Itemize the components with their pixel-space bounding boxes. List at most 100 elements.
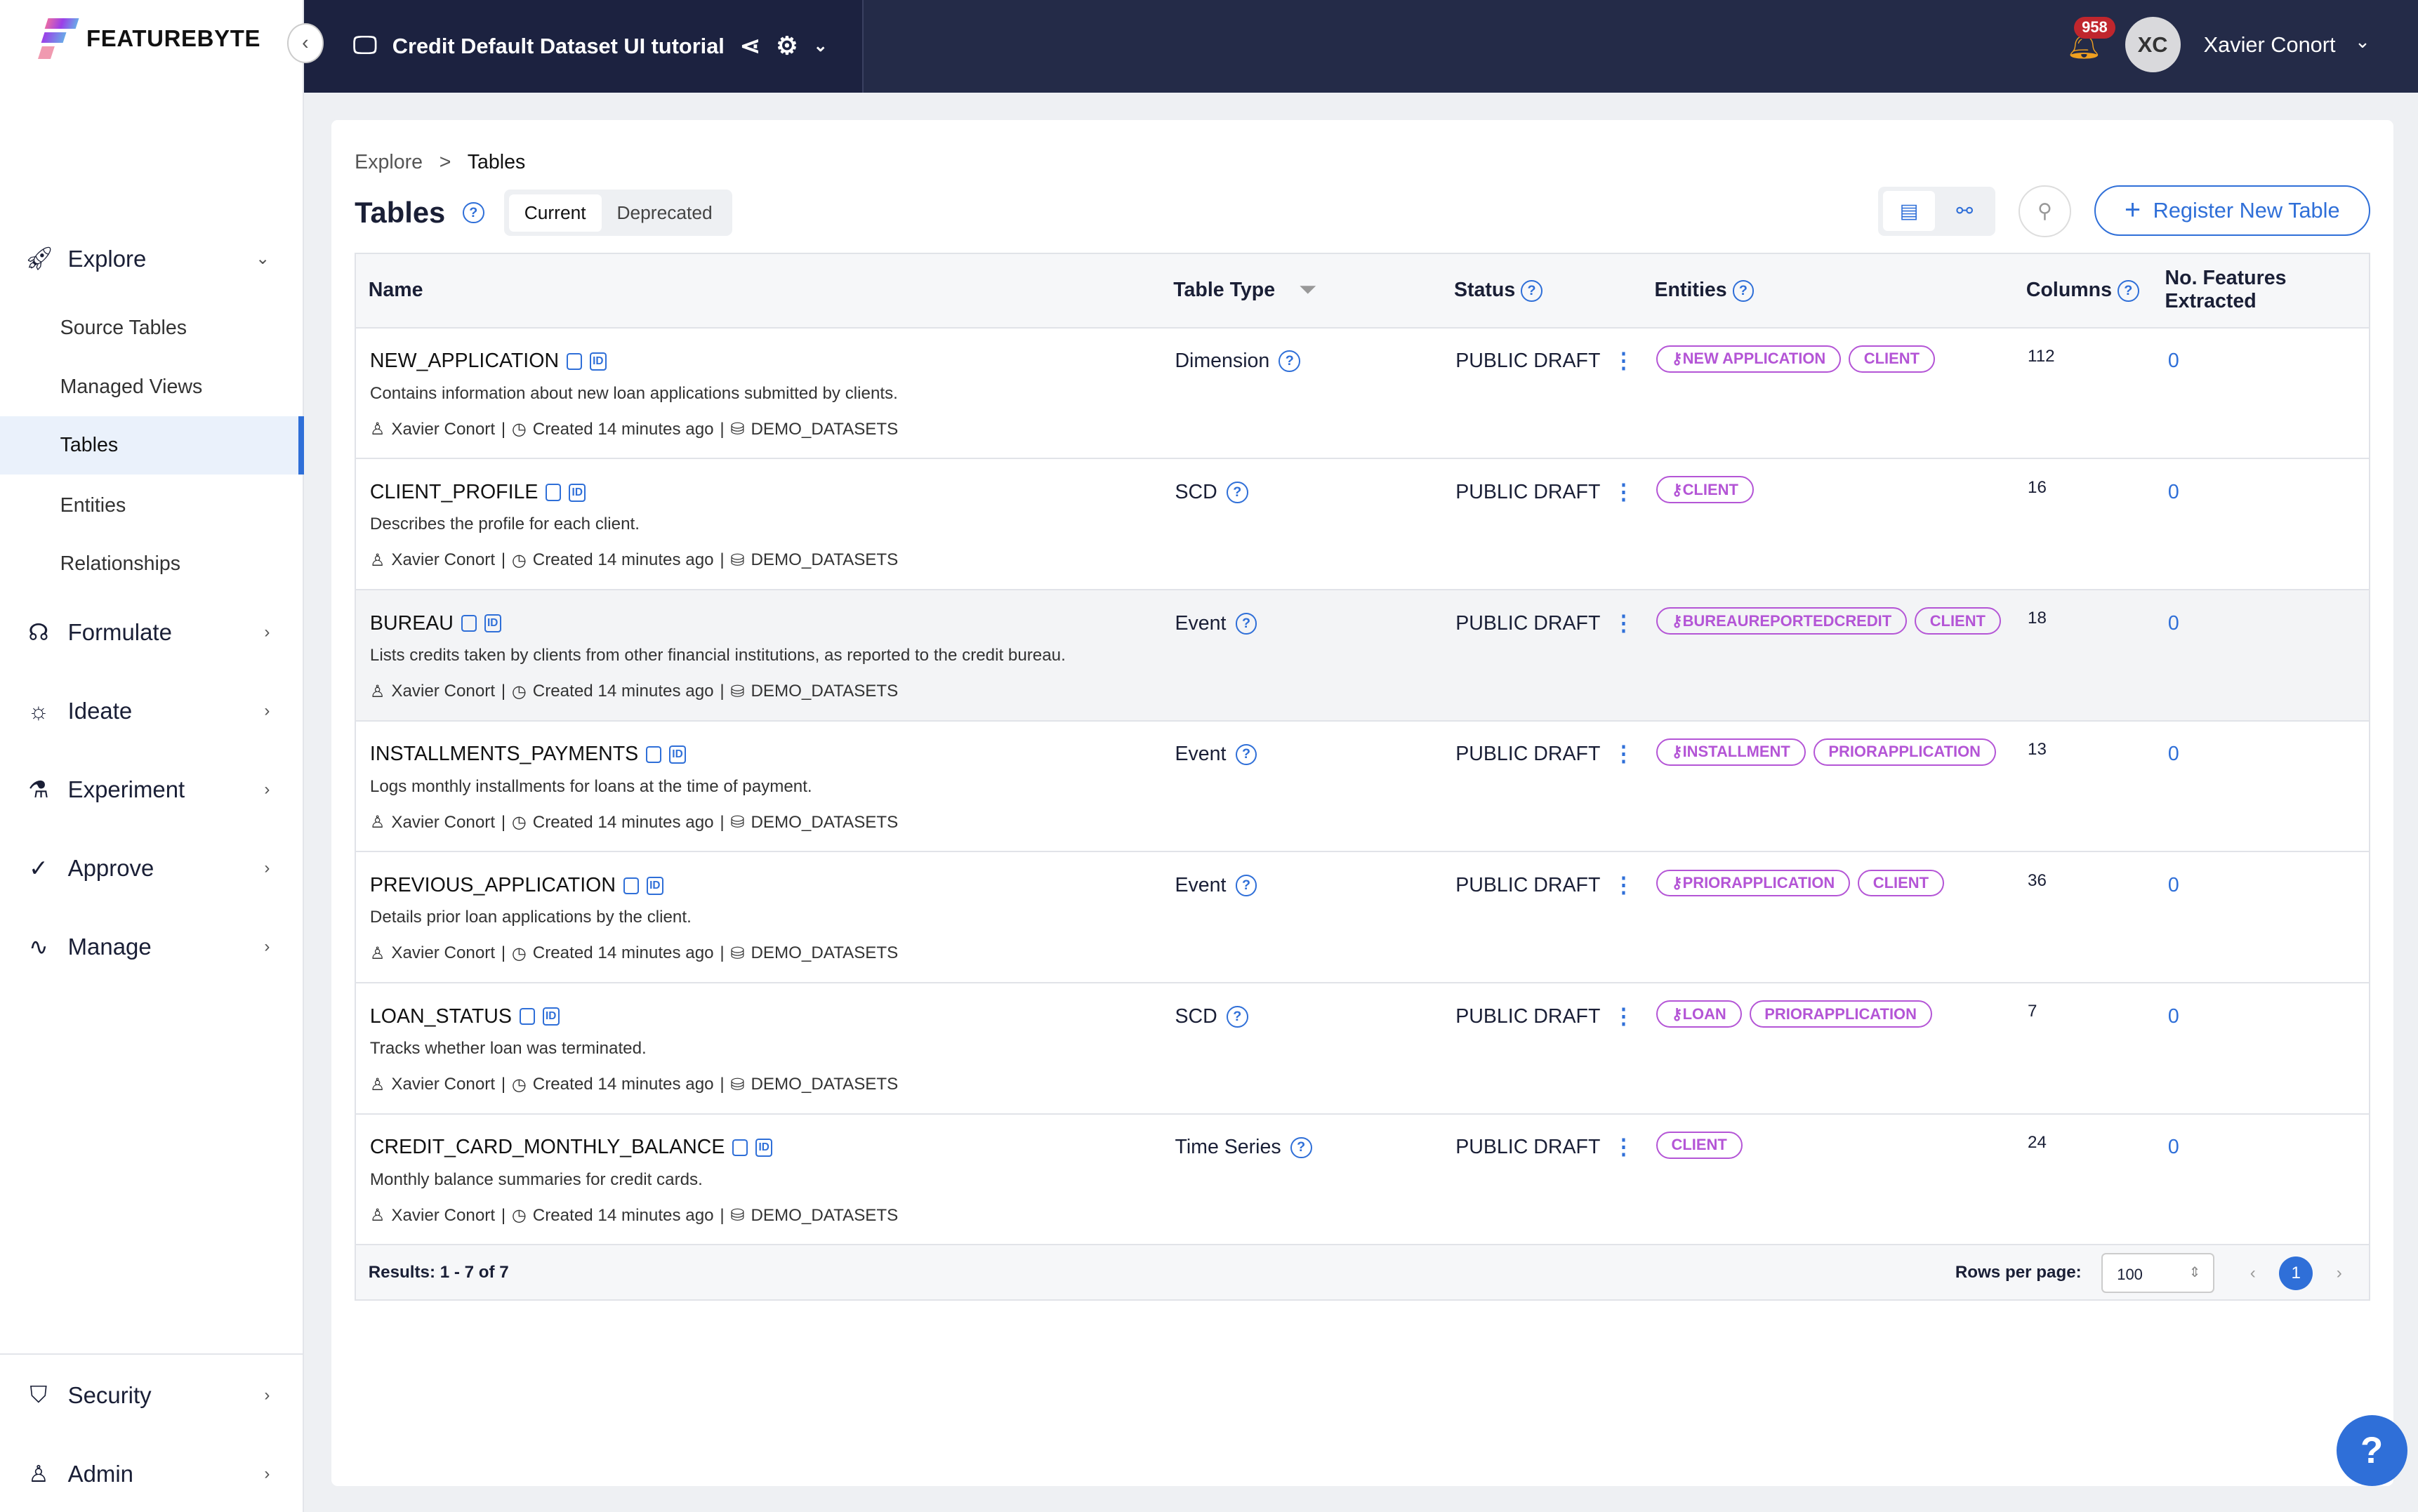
entity-pill[interactable]: ⚷LOAN [1656,1000,1742,1028]
entity-pill[interactable]: ⚷CLIENT [1656,476,1754,504]
help-icon[interactable]: ? [1521,280,1542,303]
chevron-down-icon[interactable]: ⌄ [2355,31,2370,53]
features-count[interactable]: 0 [2168,612,2179,635]
help-button[interactable]: ? [2336,1415,2407,1487]
project-selector[interactable]: 🖵 Credit Default Dataset UI tutorial ⋖ ⚙… [303,0,864,93]
table-name[interactable]: BUREAU [370,612,454,635]
table-row[interactable]: NEW_APPLICATION ID Contains information ab… [356,328,2369,460]
user-name[interactable]: Xavier Conort [2204,32,2336,58]
id-icon[interactable]: ID [669,745,686,764]
id-icon[interactable]: ID [755,1138,773,1157]
table-name[interactable]: INSTALLMENTS_PAYMENTS [370,743,638,766]
search-button[interactable]: ⚲ [2019,185,2071,238]
status-menu-icon[interactable]: ⋮ [1613,611,1634,636]
help-icon[interactable]: ? [1235,743,1257,766]
status-menu-icon[interactable]: ⋮ [1613,1134,1634,1160]
sidebar-item-manage[interactable]: ∿ Manage › [0,919,304,974]
entity-pill[interactable]: CLIENT [1914,607,2001,635]
sidebar-item-approve[interactable]: ✓ Approve › [0,840,304,896]
prev-page-button[interactable]: ‹ [2236,1256,2270,1290]
features-count[interactable]: 0 [2168,350,2179,373]
tab-current[interactable]: Current [508,194,602,232]
help-icon[interactable]: ? [1279,350,1301,373]
table-row[interactable]: LOAN_STATUS ID Tracks whether loan was ter… [356,983,2369,1115]
entity-pill[interactable]: PRIORAPPLICATION [1813,738,1996,766]
help-icon[interactable]: ? [1226,482,1248,503]
table-row[interactable]: CLIENT_PROFILE ID Describes the profile fo… [356,459,2369,590]
help-icon[interactable]: ? [2117,280,2139,303]
sidebar-item-source-tables[interactable]: Source Tables [0,299,304,357]
sidebar-item-formulate[interactable]: ☊ Formulate › [0,604,304,660]
filter-icon[interactable]: ⏷ [1300,279,1316,301]
page-1-button[interactable]: 1 [2279,1256,2313,1291]
table-name[interactable]: CLIENT_PROFILE [370,481,539,504]
table-name[interactable]: CREDIT_CARD_MONTHLY_BALANCE [370,1136,725,1159]
copy-icon[interactable] [546,484,562,501]
diagram-view-icon[interactable]: ⚯ [1938,191,1991,231]
copy-icon[interactable] [567,352,582,370]
tab-deprecated[interactable]: Deprecated [602,194,728,232]
entity-pill[interactable]: CLIENT [1858,869,1944,897]
copy-icon[interactable] [519,1008,535,1026]
entity-pill[interactable]: CLIENT [1656,1131,1743,1159]
table-name[interactable]: PREVIOUS_APPLICATION [370,874,616,897]
status-menu-icon[interactable]: ⋮ [1613,348,1634,373]
avatar[interactable]: XC [2125,17,2181,73]
features-count[interactable]: 0 [2168,481,2179,504]
copy-icon[interactable] [646,745,662,763]
table-view-icon[interactable]: ▤ [1882,191,1936,232]
share-icon[interactable]: ⋖ [740,32,760,60]
features-count[interactable]: 0 [2168,874,2179,897]
table-row[interactable]: CREDIT_CARD_MONTHLY_BALANCE ID Monthly bal… [356,1114,2369,1246]
sidebar-item-relationships[interactable]: Relationships [0,535,304,593]
table-name[interactable]: NEW_APPLICATION [370,350,559,373]
features-count[interactable]: 0 [2168,1005,2179,1028]
sidebar-item-admin[interactable]: ♙ Admin › [0,1446,304,1501]
entity-pill[interactable]: CLIENT [1848,345,1935,373]
logo[interactable]: FEATUREBYTE [38,18,260,59]
copy-icon[interactable] [623,877,639,894]
status-menu-icon[interactable]: ⋮ [1613,479,1634,505]
collapse-sidebar-button[interactable]: ‹ [286,22,324,64]
help-icon[interactable]: ? [462,201,484,224]
table-row[interactable]: INSTALLMENTS_PAYMENTS ID Logs monthly inst… [356,721,2369,853]
status-menu-icon[interactable]: ⋮ [1613,741,1634,767]
sidebar-item-explore[interactable]: 🚀︎ Explore ⌄ [0,231,304,286]
id-icon[interactable]: ID [589,352,607,371]
entity-pill[interactable]: ⚷PRIORAPPLICATION [1656,869,1851,897]
gear-icon[interactable]: ⚙ [776,32,798,60]
help-icon[interactable]: ? [1235,612,1257,635]
help-icon[interactable]: ? [1290,1136,1312,1159]
register-new-table-button[interactable]: + Register New Table [2094,185,2370,237]
sidebar-item-managed-views[interactable]: Managed Views [0,358,304,416]
status-menu-icon[interactable]: ⋮ [1613,1004,1634,1029]
table-name[interactable]: LOAN_STATUS [370,1005,512,1028]
entity-pill[interactable]: ⚷BUREAUREPORTEDCREDIT [1656,607,1907,635]
features-count[interactable]: 0 [2168,743,2179,766]
header-name[interactable]: Name [369,279,423,302]
sidebar-item-ideate[interactable]: ☼ Ideate › [0,683,304,738]
features-count[interactable]: 0 [2168,1136,2179,1159]
id-icon[interactable]: ID [542,1007,560,1026]
help-icon[interactable]: ? [1226,1005,1248,1028]
chevron-down-icon[interactable]: ⌄ [814,36,828,56]
id-icon[interactable]: ID [646,876,663,895]
copy-icon[interactable] [732,1139,748,1157]
sidebar-item-experiment[interactable]: ⚗ Experiment › [0,762,304,817]
help-icon[interactable]: ? [1235,875,1257,896]
next-page-button[interactable]: › [2323,1256,2356,1290]
help-icon[interactable]: ? [1732,280,1755,303]
id-icon[interactable]: ID [569,483,586,502]
table-row[interactable]: PREVIOUS_APPLICATION ID Details prior loan… [356,852,2369,984]
id-icon[interactable]: ID [484,614,501,633]
sidebar-item-entities[interactable]: Entities [0,477,304,535]
breadcrumb-explore[interactable]: Explore [355,151,423,173]
status-menu-icon[interactable]: ⋮ [1613,873,1634,898]
table-row[interactable]: BUREAU ID Lists credits taken by clients f… [356,590,2369,722]
sidebar-item-tables[interactable]: Tables [0,416,304,475]
entity-pill[interactable]: PRIORAPPLICATION [1749,1000,1932,1028]
entity-pill[interactable]: ⚷NEW APPLICATION [1656,345,1842,373]
rows-per-page-select[interactable]: 100 ⇕ [2101,1253,2214,1294]
sidebar-item-security[interactable]: ⛉ Security › [0,1367,304,1423]
entity-pill[interactable]: ⚷INSTALLMENT [1656,738,1806,766]
